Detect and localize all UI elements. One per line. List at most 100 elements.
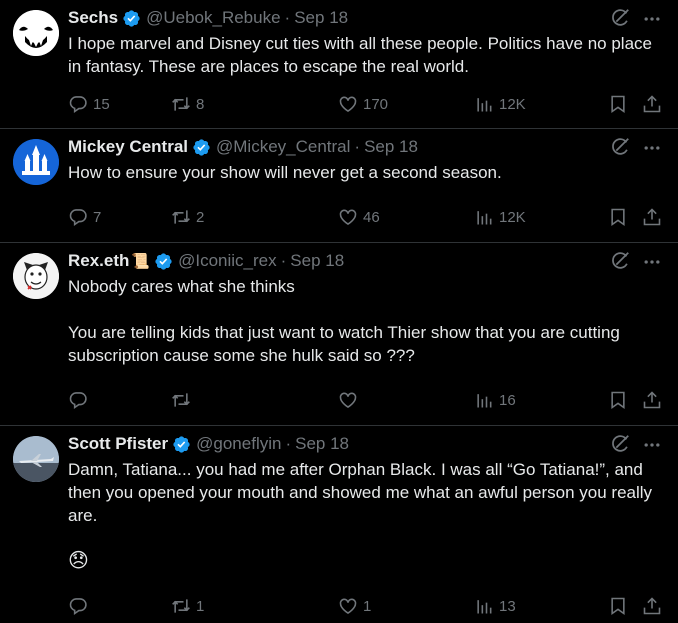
tweet-date[interactable]: Sep 18 [364,137,418,157]
bookmark-button[interactable] [608,388,628,412]
grok-icon[interactable] [609,136,631,158]
tweet-date[interactable]: Sep 18 [290,251,344,271]
like-button[interactable] [338,388,363,412]
heart-icon [339,209,357,226]
repost-icon [172,97,190,111]
author-name[interactable]: Scott Pfister [68,434,168,454]
tweet-actions: 7 2 46 12K [68,205,668,229]
like-button[interactable]: 170 [338,92,388,116]
bookmark-button[interactable] [608,92,628,116]
tweet-actions: 15 8 170 12K [68,92,668,116]
separator-dot: · [354,137,361,156]
views-button[interactable]: 13 [474,594,516,618]
like-count: 170 [363,95,389,113]
views-button[interactable]: 12K [474,205,526,229]
tweet-paragraph: You are telling kids that just want to w… [68,323,620,365]
tweet-paragraph: How to ensure your show will never get a… [68,163,502,182]
tweet-text: Nobody cares what she thinks You are tel… [68,275,668,367]
avatar[interactable] [13,436,59,482]
tweet[interactable]: Rex.eth 📜 @Iconiic_rex · Sep 18 Nobody c… [0,243,678,426]
author-handle[interactable]: @Uebok_Rebuke [146,8,280,28]
share-button[interactable] [642,388,662,412]
like-button[interactable]: 46 [338,205,380,229]
separator-dot: · [285,434,292,453]
reply-count: 15 [93,95,110,113]
avatar[interactable] [13,253,59,299]
tweet-header: Sechs @Uebok_Rebuke · Sep 18 [68,8,348,28]
more-options-icon[interactable] [642,9,662,29]
tweet[interactable]: Scott Pfister @goneflyin · Sep 18 Damn, … [0,426,678,623]
tweet-text: How to ensure your show will never get a… [68,161,668,184]
separator-dot: · [280,251,287,270]
share-button[interactable] [642,92,662,116]
author-name[interactable]: Rex.eth [68,251,129,271]
share-icon [643,391,661,409]
more-options-icon[interactable] [642,252,662,272]
verified-badge-icon [123,9,140,27]
views-chart-icon [477,98,492,112]
bookmark-button[interactable] [608,594,628,618]
tweet[interactable]: Mickey Central @Mickey_Central · Sep 18 … [0,129,678,243]
repost-button[interactable]: 8 [171,92,204,116]
reply-button[interactable] [68,388,93,412]
bookmark-icon [611,208,625,227]
grok-icon[interactable] [609,250,631,272]
grok-icon[interactable] [609,433,631,455]
reply-icon [69,598,87,616]
reply-button[interactable] [68,594,93,618]
repost-button[interactable] [171,388,196,412]
avatar[interactable] [13,139,59,185]
views-button[interactable]: 12K [474,92,526,116]
tweet[interactable]: Sechs @Uebok_Rebuke · Sep 18 I hope marv… [0,0,678,129]
more-options-icon[interactable] [642,138,662,158]
share-button[interactable] [642,205,662,229]
reply-icon [69,392,87,410]
reply-feed: Sechs @Uebok_Rebuke · Sep 18 I hope marv… [0,0,678,623]
reply-count: 7 [93,208,102,226]
ghost-face-avatar-icon [13,10,59,56]
reply-button[interactable]: 15 [68,92,110,116]
tweet-header: Mickey Central @Mickey_Central · Sep 18 [68,137,418,157]
share-button[interactable] [642,594,662,618]
repost-count: 8 [196,95,205,113]
tweet-date[interactable]: Sep 18 [295,434,349,454]
bookmark-icon [611,95,625,114]
verified-badge-icon [173,435,190,453]
airplane-avatar-icon [13,436,59,482]
scroll-emoji-badge: 📜 [131,253,151,270]
tweet-text: Damn, Tatiana... you had me after Orphan… [68,458,668,573]
author-handle[interactable]: @goneflyin [196,434,281,454]
views-count: 12K [499,208,526,226]
repost-count: 1 [196,597,205,615]
views-button[interactable]: 16 [474,388,516,412]
repost-button[interactable]: 2 [171,205,204,229]
views-chart-icon [477,394,492,408]
grok-icon[interactable] [609,7,631,29]
reply-button[interactable]: 7 [68,205,101,229]
like-button[interactable]: 1 [338,594,371,618]
views-chart-icon [477,211,492,225]
views-count: 12K [499,95,526,113]
views-count: 16 [499,391,516,409]
author-handle[interactable]: @Iconiic_rex [178,251,277,271]
author-name[interactable]: Sechs [68,8,118,28]
author-handle[interactable]: @Mickey_Central [216,137,350,157]
disappointed-face-emoji: 😞 [68,550,89,572]
more-options-icon[interactable] [642,435,662,455]
avatar[interactable] [13,10,59,56]
castle-avatar-icon [13,139,59,185]
verified-badge-icon [193,138,210,156]
tweet-actions: 1 1 13 [68,594,668,618]
verified-badge-icon [155,252,172,270]
tweet-actions: 16 [68,388,668,412]
repost-button[interactable]: 1 [171,594,204,618]
tweet-header: Scott Pfister @goneflyin · Sep 18 [68,434,349,454]
author-name[interactable]: Mickey Central [68,137,188,157]
tweet-paragraph: Nobody cares what she thinks [68,277,295,296]
bookmark-button[interactable] [608,205,628,229]
heart-icon [339,96,357,113]
views-count: 13 [499,597,516,615]
tweet-header: Rex.eth 📜 @Iconiic_rex · Sep 18 [68,251,344,271]
tweet-date[interactable]: Sep 18 [294,8,348,28]
separator-dot: · [284,8,291,27]
